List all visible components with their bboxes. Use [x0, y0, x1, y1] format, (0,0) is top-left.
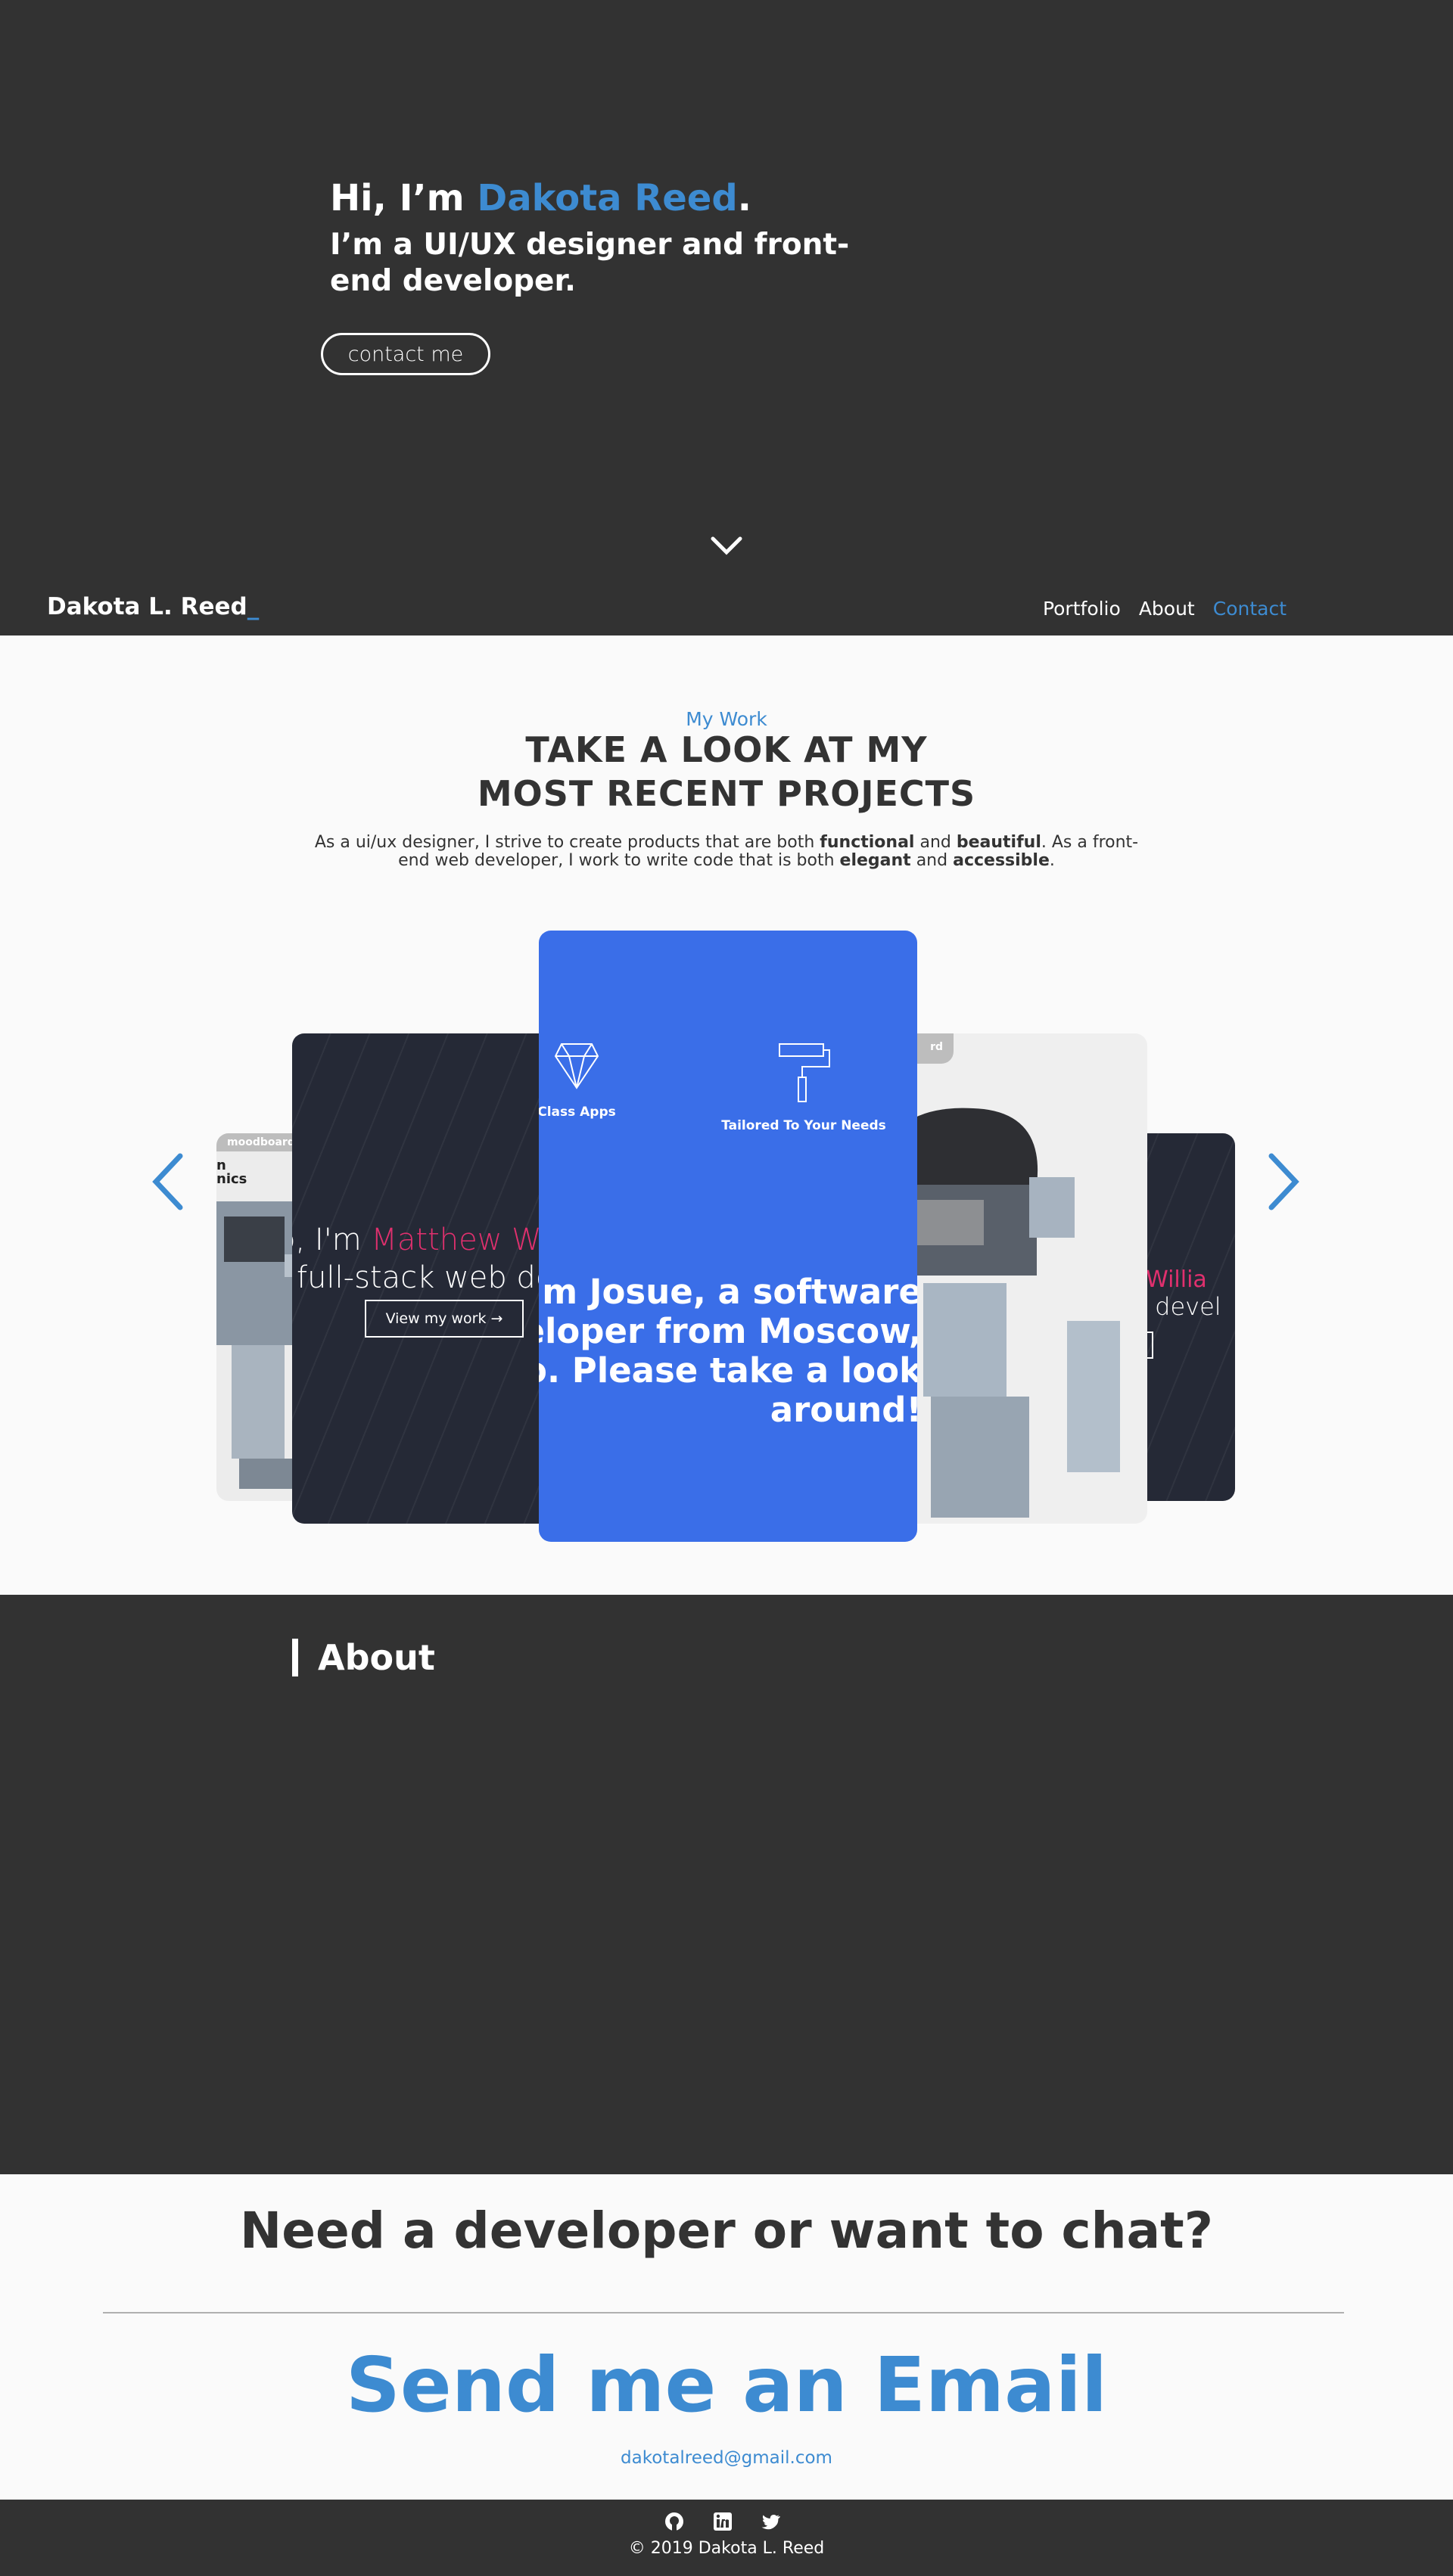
- greeting-prefix: Hi, I’m: [330, 177, 478, 219]
- work-section: My Work TAKE A LOOK AT MY MOST RECENT PR…: [0, 635, 1453, 1595]
- center-intro: I’m Josue, a software veloper from Mosco…: [539, 1272, 917, 1430]
- email-address-link[interactable]: dakotalreed@gmail.com: [0, 2448, 1453, 2468]
- about-section: About: [0, 1595, 1453, 2174]
- hero-name: Dakota Reed: [477, 177, 738, 219]
- contact-me-button[interactable]: contact me: [321, 333, 490, 375]
- social-links: [664, 2512, 781, 2531]
- project-card-left[interactable]: o, I'm Matthew W full-stack web de View …: [292, 1033, 572, 1524]
- view-my-work-label: View my work: [385, 1310, 487, 1327]
- project-card-right[interactable]: rd: [878, 1033, 1147, 1524]
- diamond-icon: [554, 1043, 599, 1089]
- project-heading: o, I'm Matthew W: [292, 1223, 542, 1257]
- heading-name: Matthew W: [371, 1223, 542, 1257]
- footer: © 2019 Dakota L. Reed: [0, 2500, 1453, 2576]
- send-email-link[interactable]: Send me an Email: [0, 2341, 1453, 2429]
- nav-link-portfolio[interactable]: Portfolio: [1043, 598, 1121, 620]
- project-subheading: full-stack web de: [297, 1260, 555, 1295]
- hero-greeting: Hi, I’m Dakota Reed.: [330, 172, 860, 224]
- intro-line: I’m Josue, a software: [539, 1272, 917, 1312]
- about-title: About: [292, 1639, 435, 1676]
- nav-link-contact[interactable]: Contact: [1213, 598, 1287, 620]
- project-card-center[interactable]: Class Apps Tailored To Your Needs I’m Jo…: [539, 931, 917, 1542]
- view-my-work-button[interactable]: View my work →: [365, 1300, 524, 1338]
- brand-cursor: _: [247, 593, 260, 620]
- linkedin-icon[interactable]: [713, 2512, 733, 2531]
- intro-line: around!: [770, 1390, 917, 1430]
- carousel-next-arrow-icon[interactable]: [1265, 1151, 1303, 1212]
- copyright: © 2019 Dakota L. Reed: [628, 2539, 825, 2558]
- hero-subtitle: I’m a UI/UX designer and front-end devel…: [330, 228, 850, 298]
- divider: [103, 2312, 1344, 2313]
- intro-line: ho. Please take a look: [539, 1350, 917, 1391]
- greeting-suffix: .: [737, 177, 751, 219]
- brand-name: Dakota L. Reed: [47, 593, 247, 620]
- top-nav: Dakota L. Reed_ Portfolio About Contact: [0, 583, 1453, 635]
- feature-first-class-apps: Class Apps: [539, 1041, 660, 1120]
- feature-tailored: Tailored To Your Needs: [713, 1041, 895, 1133]
- brand-logo[interactable]: Dakota L. Reed_: [47, 593, 259, 620]
- feature-label: Tailored To Your Needs: [721, 1118, 886, 1133]
- nav-links: Portfolio About Contact: [1043, 598, 1287, 620]
- carousel-prev-arrow-icon[interactable]: [148, 1151, 186, 1212]
- paint-roller-icon: [779, 1043, 830, 1102]
- hero-section: Hi, I’m Dakota Reed. I’m a UI/UX designe…: [0, 0, 1453, 635]
- chevron-down-icon[interactable]: [710, 534, 743, 557]
- contact-headline: Need a developer or want to chat?: [239, 2202, 1214, 2260]
- arrow-right-icon: →: [490, 1310, 503, 1327]
- hero-text: Hi, I’m Dakota Reed. I’m a UI/UX designe…: [330, 172, 860, 300]
- feature-label: Class Apps: [539, 1105, 616, 1120]
- heading-prefix: o, I'm: [292, 1223, 362, 1257]
- nav-link-about[interactable]: About: [1139, 598, 1195, 620]
- github-icon[interactable]: [664, 2512, 684, 2531]
- robot-image: [885, 1108, 1120, 1518]
- project-carousel: moodboard nnics w Willia eb devel k → o,…: [0, 635, 1453, 1595]
- intro-line: veloper from Moscow,: [539, 1311, 917, 1351]
- contact-section: Need a developer or want to chat? Send m…: [0, 2174, 1453, 2500]
- twitter-icon[interactable]: [761, 2512, 781, 2531]
